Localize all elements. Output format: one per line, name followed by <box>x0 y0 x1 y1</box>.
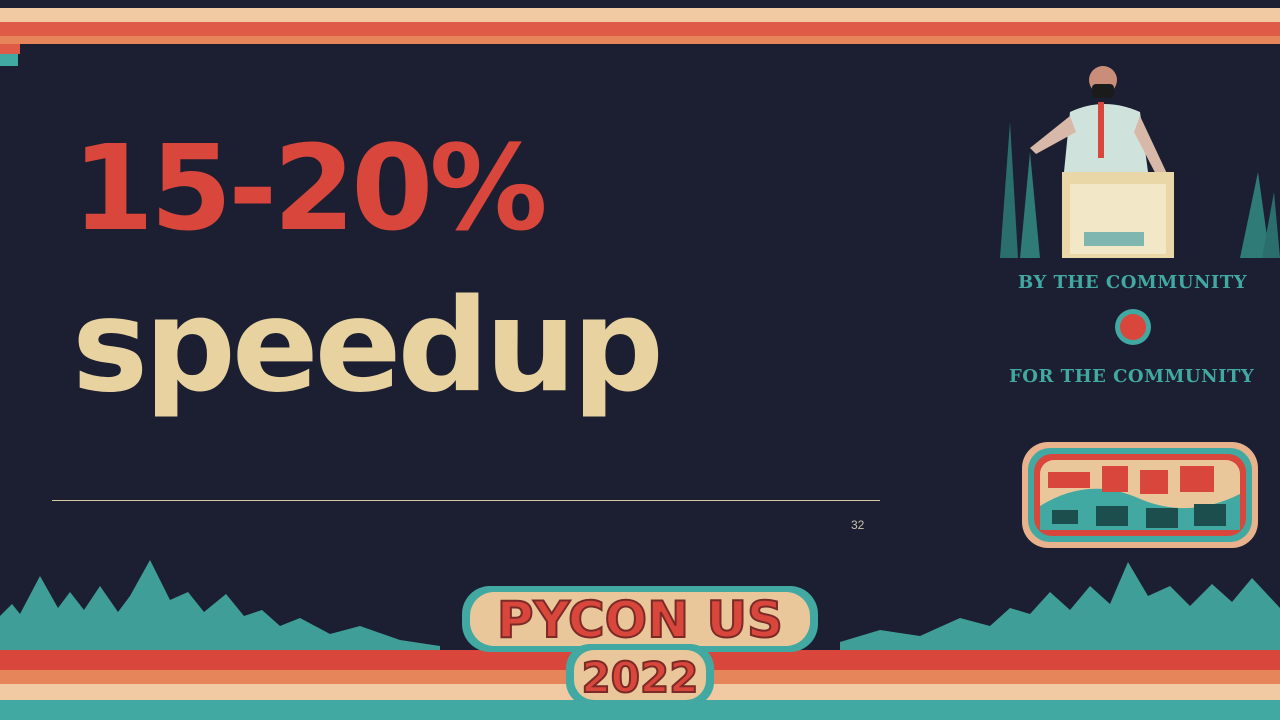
motto-for-the-community: FOR THE COMMUNITY <box>1009 366 1255 387</box>
corner-stripe-teal <box>0 54 18 66</box>
corner-stripe-accent <box>0 44 20 54</box>
speaker-video-feed <box>1000 62 1280 258</box>
motto-divider-dot <box>1120 314 1146 340</box>
pycon-event-year: 2022 <box>582 653 699 702</box>
headline-speedup: speedup <box>72 272 664 421</box>
slide-divider <box>52 500 880 501</box>
pycon-event-name: PYCON US <box>497 591 783 649</box>
top-stripe-orange <box>0 36 1280 44</box>
slide-number: 32 <box>851 518 865 532</box>
pycon-us-2022-logo: PYCON US 2022 <box>462 586 818 706</box>
top-stripe-dark <box>0 0 1280 8</box>
headline-percentage: 15-20% <box>72 119 548 257</box>
top-stripe-cream <box>0 8 1280 22</box>
conference-badge-logo <box>1022 442 1258 548</box>
top-stripe-red <box>0 22 1280 36</box>
motto-by-the-community: BY THE COMMUNITY <box>1018 272 1248 293</box>
